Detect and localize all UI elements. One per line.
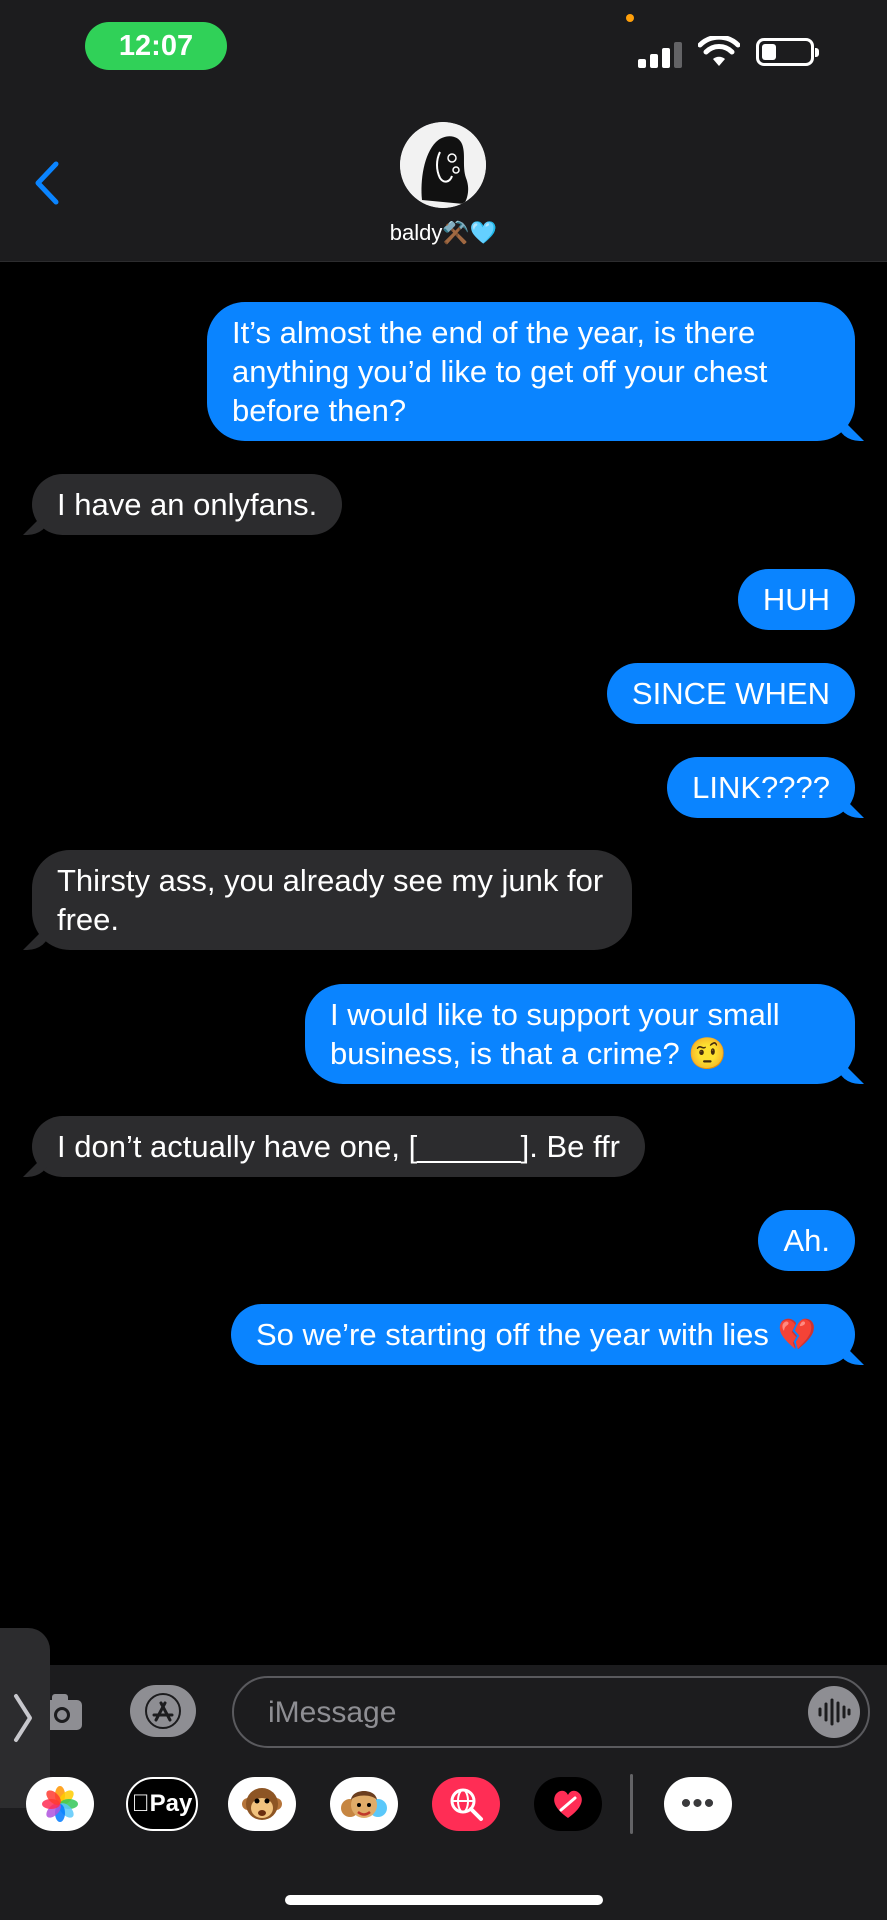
contact-name[interactable]: baldy⚒️🩵: [0, 220, 887, 246]
monkey-icon: [242, 1788, 282, 1820]
photos-icon: [42, 1786, 78, 1822]
memoji-icon: [341, 1791, 387, 1818]
message-bubble-outgoing[interactable]: HUH: [737, 569, 855, 630]
imessage-input[interactable]: iMessage: [232, 1676, 870, 1748]
status-bar: 12:07: [0, 0, 887, 90]
audio-message-button[interactable]: [808, 1686, 860, 1738]
image-search-button[interactable]: [432, 1777, 500, 1831]
photos-app-button[interactable]: [26, 1777, 94, 1831]
message-text: I would like to support your small busin…: [330, 997, 780, 1071]
heart-icon: [554, 1790, 582, 1818]
message-bubble-outgoing[interactable]: SINCE WHEN: [606, 663, 855, 724]
conversation-header: baldy⚒️🩵: [0, 90, 887, 262]
app-store-icon: [145, 1693, 181, 1729]
status-time[interactable]: 12:07: [85, 22, 227, 70]
message-bubble-outgoing[interactable]: I would like to support your small busin…: [305, 984, 855, 1084]
waveform-icon: [818, 1698, 851, 1726]
message-bubble-outgoing[interactable]: Ah.: [758, 1210, 855, 1271]
globe-search-icon: [450, 1788, 483, 1821]
message-text: I don’t actually have one, [______]. Be …: [57, 1129, 620, 1164]
battery-icon: [756, 38, 819, 66]
message-text: SINCE WHEN: [631, 676, 830, 711]
memoji-stickers-button[interactable]: [330, 1777, 398, 1831]
chevron-right-icon: [14, 1694, 32, 1742]
contact-avatar[interactable]: [400, 122, 486, 208]
app-store-button[interactable]: [130, 1685, 196, 1737]
privacy-indicator-dot: [626, 14, 634, 22]
message-bubble-incoming[interactable]: I don’t actually have one, [______]. Be …: [32, 1116, 645, 1177]
app-drawer-divider: [630, 1774, 633, 1834]
cellular-signal-icon: [638, 40, 684, 68]
message-text: Ah.: [783, 1223, 830, 1258]
input-placeholder: iMessage: [268, 1696, 397, 1729]
home-indicator[interactable]: [285, 1895, 603, 1905]
message-bubble-outgoing[interactable]: LINK????: [667, 757, 855, 818]
apple-pay-label: Pay: [132, 1790, 193, 1817]
avatar-portrait-icon: [400, 122, 486, 208]
back-chevron-icon[interactable]: [28, 158, 68, 208]
message-bubble-incoming[interactable]: I have an onlyfans.: [32, 474, 343, 535]
message-text: LINK????: [692, 770, 830, 805]
wifi-icon: [698, 36, 740, 66]
animoji-app-button[interactable]: [228, 1777, 296, 1831]
message-bubble-outgoing[interactable]: So we’re starting off the year with lies…: [231, 1304, 855, 1365]
apple-pay-button[interactable]: Pay: [126, 1777, 198, 1831]
message-text: Thirsty ass, you already see my junk for…: [57, 863, 604, 937]
digital-touch-button[interactable]: [534, 1777, 602, 1831]
message-text: I have an onlyfans.: [57, 487, 318, 522]
message-text: So we’re starting off the year with lies…: [256, 1317, 817, 1352]
message-bubble-incoming[interactable]: Thirsty ass, you already see my junk for…: [32, 850, 632, 950]
message-text: It’s almost the end of the year, is ther…: [232, 315, 768, 428]
message-text: HUH: [762, 582, 830, 617]
message-bubble-outgoing[interactable]: It’s almost the end of the year, is ther…: [207, 302, 855, 441]
more-icon: •••: [680, 1787, 716, 1820]
more-apps-button[interactable]: •••: [664, 1777, 732, 1831]
